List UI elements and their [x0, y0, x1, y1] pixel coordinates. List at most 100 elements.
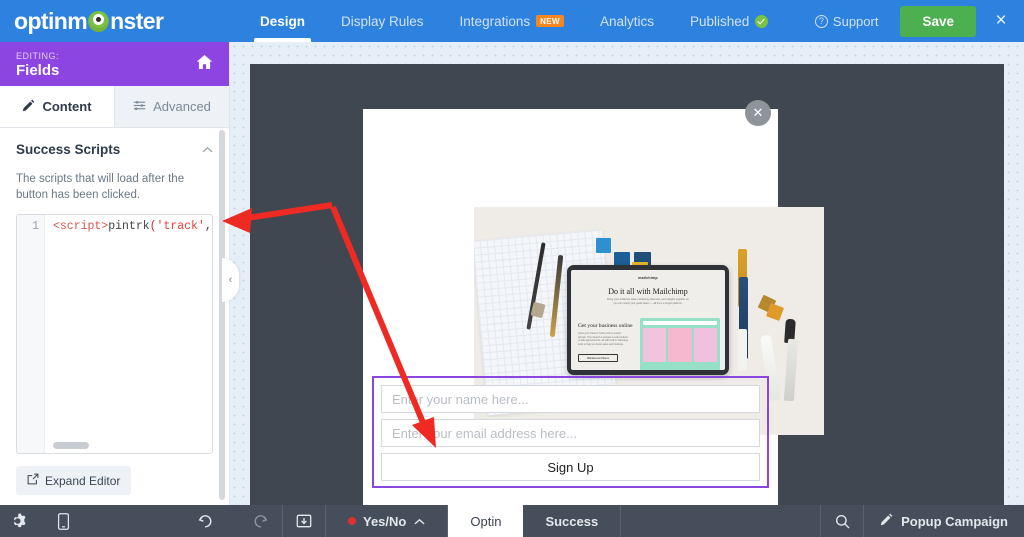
campaign-name-label: Popup Campaign	[901, 514, 1008, 529]
nav-item-integrations[interactable]: Integrations NEW	[442, 0, 582, 42]
editing-label: EDITING:	[16, 50, 59, 62]
photo-tablet: mailchimp Do it all with Mailchimp Bring…	[567, 265, 729, 375]
close-icon[interactable]: ×	[986, 0, 1016, 42]
photo-marker-white	[738, 329, 747, 371]
photo-app-card-1	[643, 328, 666, 362]
main-nav: Design Display Rules Integrations NEW An…	[230, 0, 803, 42]
nav-item-display-rules-label: Display Rules	[341, 14, 424, 29]
top-navigation-bar: optinm nster Design Display Rules Integra…	[0, 0, 1024, 42]
photo-app-card-3	[694, 328, 717, 362]
design-canvas: ✕	[230, 42, 1024, 505]
popup-close-icon[interactable]: ✕	[745, 100, 771, 126]
photo-app-card-2	[668, 328, 691, 362]
photo-app-cards	[643, 328, 717, 362]
photo-cta-button: Websites and Stores	[578, 354, 618, 362]
left-sidebar: EDITING: Fields Content	[0, 42, 230, 505]
success-scripts-section-header[interactable]: Success Scripts	[16, 142, 213, 157]
nav-item-design[interactable]: Design	[242, 0, 323, 42]
pencil-icon	[22, 99, 35, 115]
signup-button[interactable]: Sign Up	[381, 453, 760, 481]
brand-logo[interactable]: optinm nster	[0, 0, 230, 42]
chevron-up-icon-campaign[interactable]	[414, 514, 425, 529]
code-line-number: 1	[17, 215, 45, 454]
nav-item-published[interactable]: Published	[672, 0, 786, 42]
code-token-fn: pintrk	[108, 220, 149, 233]
support-label: Support	[833, 14, 879, 29]
code-token-comma: ,	[205, 220, 212, 233]
brand-name-before: optinm	[14, 8, 87, 35]
photo-body-text: Grow your brand or hobby with a custom d…	[578, 332, 630, 346]
photo-mailchimp-logo: mailchimp	[638, 276, 658, 280]
editing-header: EDITING: Fields	[0, 42, 229, 86]
mobile-preview-icon[interactable]	[42, 505, 84, 537]
popup-campaign-preview[interactable]: ✕	[363, 109, 778, 505]
optinmonster-campaign-builder: optinm nster Design Display Rules Integra…	[0, 0, 1024, 537]
external-link-icon	[27, 473, 39, 488]
save-template-icon[interactable]	[283, 505, 325, 537]
code-editor-content[interactable]: <script>pintrk('track', 'pag	[45, 215, 212, 454]
code-token-string-track: 'track'	[157, 220, 205, 233]
name-field[interactable]: Enter your name here...	[381, 385, 760, 413]
photo-headline: Do it all with Mailchimp	[571, 287, 725, 296]
expand-editor-button[interactable]: Expand Editor	[16, 466, 131, 495]
photo-subheadline: Bring your audience data, marketing chan…	[605, 298, 691, 306]
nav-item-published-label: Published	[690, 14, 749, 29]
tab-content[interactable]: Content	[0, 86, 114, 127]
toolbar-spacer	[621, 505, 820, 537]
tab-content-label: Content	[42, 99, 91, 114]
photo-tablet-screen: mailchimp Do it all with Mailchimp Bring…	[571, 270, 725, 370]
nav-item-design-label: Design	[260, 14, 305, 29]
redo-icon[interactable]	[240, 505, 282, 537]
campaign-name-button[interactable]: Popup Campaign	[864, 505, 1024, 537]
nav-item-display-rules[interactable]: Display Rules	[323, 0, 442, 42]
nav-item-analytics[interactable]: Analytics	[582, 0, 672, 42]
campaign-preview-stage: ✕	[250, 64, 1004, 505]
sidebar-vertical-scrollbar[interactable]	[219, 130, 225, 500]
photo-section-title: Get your business online	[578, 323, 633, 329]
undo-icon[interactable]	[184, 505, 226, 537]
code-editor-horizontal-scrollbar[interactable]	[53, 442, 89, 449]
bottom-tab-optin[interactable]: Optin	[448, 505, 523, 537]
expand-editor-label: Expand Editor	[45, 474, 120, 488]
pencil-icon-campaign	[880, 513, 893, 529]
tab-advanced[interactable]: Advanced	[114, 86, 229, 127]
code-token-tag: <script>	[53, 220, 108, 233]
nav-item-integrations-label: Integrations	[460, 14, 531, 29]
success-scripts-code-editor[interactable]: 1 <script>pintrk('track', 'pag	[16, 214, 213, 454]
monster-logo-icon	[88, 11, 109, 32]
chevron-up-icon[interactable]	[202, 143, 213, 157]
photo-app-panel	[640, 318, 720, 370]
sliders-icon	[133, 99, 146, 115]
support-button[interactable]: ? Support	[803, 14, 891, 29]
bottom-tab-success[interactable]: Success	[523, 505, 620, 537]
campaign-type-selector[interactable]: Yes/No	[326, 505, 447, 537]
tab-advanced-label: Advanced	[153, 99, 211, 114]
save-button[interactable]: Save	[900, 6, 976, 37]
nav-item-analytics-label: Analytics	[600, 14, 654, 29]
code-editor-row: 1 <script>pintrk('track', 'pag	[17, 215, 212, 454]
question-mark-icon: ?	[815, 15, 828, 28]
sidebar-tabs: Content Advanced	[0, 86, 229, 128]
photo-marker-silver	[784, 339, 798, 402]
brand-logo-text: optinm nster	[14, 8, 163, 35]
email-field[interactable]: Enter your email address here...	[381, 419, 760, 447]
published-check-icon	[755, 15, 768, 28]
photo-app-searchbar	[643, 321, 717, 325]
brand-name-after: nster	[110, 8, 163, 35]
settings-icon[interactable]	[0, 505, 42, 537]
code-token-paren: (	[150, 220, 157, 233]
bottom-toolbar: Yes/No Optin Success Popup Campaign	[0, 505, 1024, 537]
editing-element-name: Fields	[16, 62, 59, 79]
optin-fields-block[interactable]: Enter your name here... Enter your email…	[372, 376, 769, 488]
success-scripts-panel: Success Scripts The scripts that will lo…	[0, 128, 229, 505]
new-badge: NEW	[536, 15, 564, 27]
editing-header-text: EDITING: Fields	[16, 50, 59, 79]
photo-chip-orange	[766, 303, 784, 321]
campaign-type-label: Yes/No	[363, 514, 406, 529]
search-icon[interactable]	[821, 505, 863, 537]
campaign-type-status-dot	[348, 517, 356, 525]
home-icon[interactable]	[196, 54, 213, 75]
top-bar-actions: ? Support Save ×	[803, 0, 1024, 42]
section-help-text: The scripts that will load after the but…	[16, 171, 213, 203]
photo-chip-blue-light	[596, 238, 611, 253]
